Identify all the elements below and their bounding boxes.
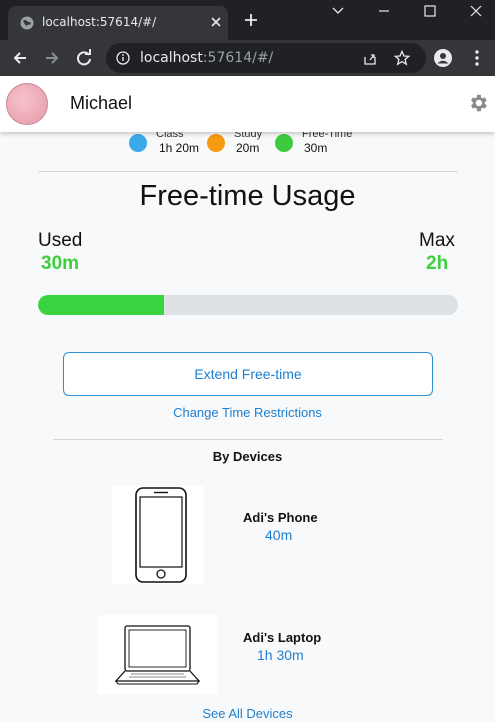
legend-value: 1h 20m [159, 141, 200, 155]
new-tab-icon[interactable] [243, 12, 259, 28]
legend-name: Free-Time [302, 132, 353, 140]
extend-free-time-button[interactable]: Extend Free-time [63, 352, 433, 396]
maximize-icon[interactable] [422, 4, 438, 18]
browser-tab[interactable]: localhost:57614/#/ [8, 6, 228, 40]
globe-icon [20, 16, 34, 30]
gear-icon[interactable] [467, 92, 489, 114]
reload-icon[interactable] [74, 48, 94, 68]
legend-dot [207, 134, 225, 152]
used-value: 30m [41, 253, 80, 274]
change-time-restrictions-link[interactable]: Change Time Restrictions [0, 405, 495, 420]
minimize-icon[interactable] [376, 4, 392, 18]
section-title: By Devices [212, 449, 283, 464]
profile-icon[interactable] [433, 48, 453, 68]
progress-fill [38, 295, 164, 315]
legend-name: Study [234, 132, 263, 140]
more-menu-icon[interactable] [467, 48, 487, 68]
legend-value: 30m [304, 141, 328, 155]
forward-icon[interactable] [42, 48, 62, 68]
url-text: localhost:57614/#/ [140, 50, 273, 66]
max-label: Max [419, 230, 455, 251]
divider [38, 171, 458, 172]
see-all-devices-link[interactable]: See All Devices [0, 706, 495, 721]
device-image-phone[interactable] [112, 486, 204, 584]
share-icon[interactable] [362, 50, 378, 66]
divider [53, 439, 443, 440]
chevron-down-icon[interactable] [330, 4, 346, 18]
device-name: Adi's Phone [243, 510, 318, 525]
legend-dot [275, 134, 293, 152]
page-title: Free-time Usage [139, 180, 356, 212]
tab-title: localhost:57614/#/ [42, 15, 157, 29]
browser-tab-bar: localhost:57614/#/ [0, 0, 495, 40]
usage-progress-bar [38, 295, 458, 315]
device-time: 1h 30m [257, 647, 304, 663]
url-host: localhost [140, 50, 203, 66]
url-path: :57614/#/ [202, 50, 274, 66]
username: Michael [70, 93, 133, 113]
close-tab-icon[interactable] [208, 14, 224, 30]
device-image-laptop[interactable] [98, 615, 217, 694]
phone-icon [135, 487, 187, 583]
legend-value: 20m [236, 141, 260, 155]
device-name: Adi's Laptop [243, 630, 322, 645]
max-value: 2h [426, 253, 449, 274]
main-content: Class 1h 20m Study 20m Free-Time 30m Fre… [0, 132, 495, 722]
address-bar[interactable]: localhost:57614/#/ [106, 43, 426, 73]
legend-name: Class [156, 132, 184, 140]
device-time: 40m [265, 527, 293, 543]
avatar[interactable] [6, 83, 48, 125]
back-icon[interactable] [10, 48, 30, 68]
info-icon[interactable] [116, 51, 130, 65]
legend-dot [129, 134, 147, 152]
app-header: Michael [0, 76, 495, 132]
close-window-icon[interactable] [468, 4, 484, 18]
bookmark-star-icon[interactable] [394, 50, 410, 66]
browser-toolbar: localhost:57614/#/ [0, 40, 495, 76]
laptop-icon [114, 625, 201, 685]
used-label: Used [38, 230, 83, 251]
